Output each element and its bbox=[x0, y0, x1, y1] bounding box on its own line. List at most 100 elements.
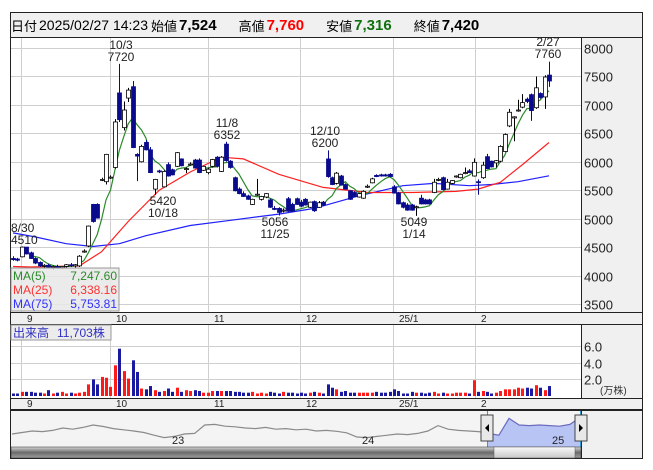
candle bbox=[472, 161, 477, 177]
volume-bar bbox=[70, 392, 73, 396]
candle bbox=[91, 204, 96, 222]
candle bbox=[55, 266, 60, 268]
price-tick-label: 7500 bbox=[584, 70, 613, 85]
scrollbar-thumb[interactable] bbox=[493, 446, 576, 459]
candle bbox=[454, 175, 459, 178]
candle bbox=[219, 156, 224, 172]
candle bbox=[162, 171, 167, 188]
volume-bar bbox=[437, 393, 440, 396]
volume-bar bbox=[486, 391, 489, 396]
annotation-date: 10/18 bbox=[148, 206, 178, 220]
date-tick-label: 10 bbox=[116, 399, 128, 410]
volume-bar bbox=[296, 393, 299, 396]
volume-bar bbox=[256, 393, 259, 396]
volume-bar bbox=[149, 386, 152, 396]
candle bbox=[295, 198, 300, 205]
legend-ma5-value: 7,247.60 bbox=[70, 269, 117, 283]
candle bbox=[42, 264, 47, 267]
volume-bar bbox=[428, 392, 431, 396]
ma-legend: MA(5) 7,247.60 MA(25) 6,338.16 MA(75) 5,… bbox=[10, 267, 120, 312]
volume-bar bbox=[521, 388, 524, 396]
volume-bar bbox=[56, 392, 59, 396]
candle bbox=[458, 173, 463, 179]
volume-bar bbox=[313, 391, 316, 396]
volume-bar bbox=[145, 389, 148, 396]
candle bbox=[38, 262, 43, 267]
candle bbox=[410, 204, 415, 211]
candle bbox=[357, 193, 362, 198]
high-value: 7,760 bbox=[266, 16, 305, 34]
candle bbox=[15, 258, 20, 261]
date-tick-label: 2 bbox=[481, 314, 487, 325]
candle bbox=[503, 134, 508, 152]
volume-bar bbox=[194, 390, 197, 396]
candle bbox=[259, 196, 264, 200]
candle bbox=[184, 168, 189, 171]
volume-bar bbox=[442, 392, 445, 396]
candle bbox=[450, 180, 455, 184]
volume-bar bbox=[393, 389, 396, 396]
volume-bar bbox=[114, 365, 117, 396]
volume-bar bbox=[331, 387, 334, 396]
volume-bar bbox=[366, 392, 369, 396]
price-tick-label: 4000 bbox=[584, 270, 613, 285]
candle bbox=[427, 199, 432, 205]
candle bbox=[135, 153, 140, 157]
candle bbox=[82, 250, 87, 253]
price-tick-label: 6000 bbox=[584, 156, 613, 171]
candle bbox=[144, 142, 149, 151]
range-handle-left[interactable] bbox=[480, 414, 494, 442]
volume-bar bbox=[78, 392, 81, 396]
volume-bar bbox=[513, 389, 516, 396]
volume-bar bbox=[265, 393, 268, 396]
volume-bar bbox=[202, 392, 205, 396]
candle bbox=[179, 158, 184, 167]
date-label: 日付 bbox=[11, 18, 38, 34]
candle bbox=[396, 192, 401, 205]
volume-bar bbox=[242, 392, 245, 396]
candle bbox=[277, 208, 282, 213]
volume-bar bbox=[402, 393, 405, 396]
range-handle-right[interactable] bbox=[574, 414, 588, 442]
volume-bar bbox=[411, 391, 414, 396]
volume-bar bbox=[530, 388, 533, 396]
annotation-price: 6200 bbox=[312, 136, 339, 150]
volume-bar bbox=[278, 393, 281, 396]
candle bbox=[476, 181, 481, 184]
volume-bar bbox=[490, 393, 493, 396]
volume-bar bbox=[287, 392, 290, 396]
volume-bar bbox=[482, 391, 485, 396]
candle bbox=[339, 175, 344, 186]
date-tick-label: 9 bbox=[27, 399, 33, 410]
volume-bar bbox=[167, 388, 170, 396]
candle bbox=[24, 246, 29, 255]
volume-bar bbox=[105, 377, 108, 396]
candle bbox=[401, 202, 406, 208]
candle bbox=[414, 206, 419, 209]
volume-bar bbox=[52, 393, 55, 396]
volume-bar bbox=[384, 392, 387, 396]
candle bbox=[547, 74, 552, 82]
date-tick-label: 25/1 bbox=[399, 314, 419, 325]
volume-bar bbox=[380, 392, 383, 396]
volume-bar bbox=[451, 393, 454, 396]
quote-header: 日付 2025/02/27 14:23 始値 7,524 高値 7,760 安値… bbox=[11, 13, 641, 37]
annotation-price: 7760 bbox=[535, 47, 562, 61]
candle bbox=[441, 177, 446, 191]
volume-bar bbox=[455, 392, 458, 396]
volume-bar bbox=[198, 391, 201, 396]
candle bbox=[330, 177, 335, 185]
volume-bar bbox=[220, 391, 223, 396]
volume-bar bbox=[424, 393, 427, 396]
candle bbox=[20, 246, 25, 258]
datetime: 2025/02/27 14:23 bbox=[39, 17, 149, 33]
volume-bar bbox=[238, 391, 241, 396]
candle bbox=[255, 193, 260, 196]
candle bbox=[286, 198, 291, 212]
volume-value: 11,703株 bbox=[57, 325, 105, 340]
volume-bar bbox=[340, 391, 343, 396]
candle bbox=[268, 199, 273, 208]
candle bbox=[188, 163, 193, 166]
volume-bar bbox=[526, 387, 529, 396]
volume-legend: 出来高 11,703株 bbox=[10, 324, 112, 341]
